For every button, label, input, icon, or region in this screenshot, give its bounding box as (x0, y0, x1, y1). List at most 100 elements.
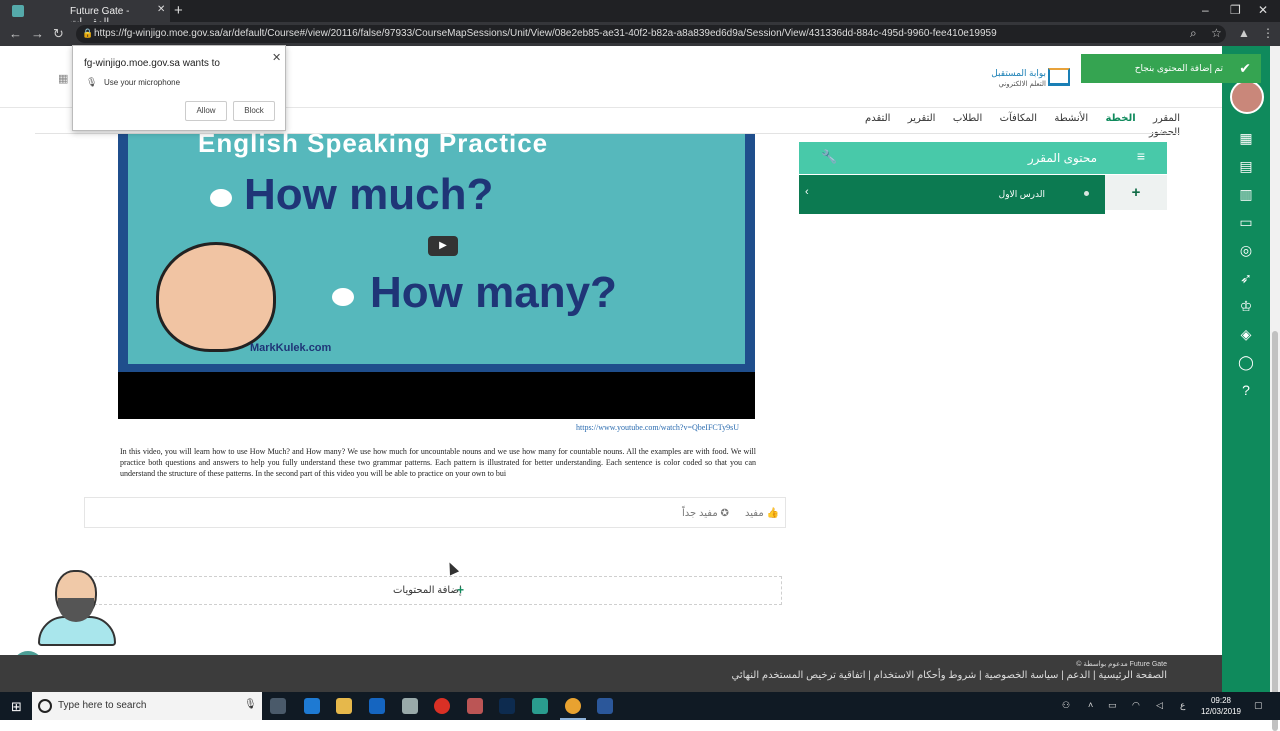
assistant-avatar[interactable] (36, 568, 118, 648)
language-indicator[interactable]: ع (1180, 700, 1185, 711)
minimize-icon[interactable]: – (1202, 3, 1209, 17)
app-icon[interactable] (467, 698, 483, 714)
forward-icon[interactable]: → (31, 26, 44, 41)
nav-item-activities[interactable]: الأنشطة (1054, 113, 1088, 124)
footer-link-support[interactable]: الدعم (1067, 670, 1091, 681)
new-tab-icon[interactable]: + (174, 2, 183, 19)
bullet-icon (210, 189, 232, 207)
extension-icon[interactable]: ▲ (1238, 26, 1250, 40)
list-menu-icon[interactable]: ≡ (1137, 148, 1145, 164)
calculator-icon[interactable]: ▥ (1236, 184, 1256, 204)
page-scrollbar[interactable] (1270, 46, 1280, 731)
useful-button[interactable]: مفيد 👍 (745, 508, 779, 519)
task-view-icon[interactable] (270, 698, 286, 714)
success-toast[interactable]: تم إضافة المحتوى بنجاح ✔ (1081, 54, 1261, 83)
site-logo[interactable]: بوابة المستقبل التعلم الالكتروني (986, 66, 1072, 90)
card-icon[interactable]: ▭ (1236, 212, 1256, 232)
cartoon-face-image (156, 242, 276, 352)
lifebuoy-icon[interactable]: ◯ (1236, 352, 1256, 372)
nav-item-progress[interactable]: التقدم (865, 113, 890, 124)
bookmark-star-icon[interactable]: ☆ (1211, 26, 1222, 40)
back-icon[interactable]: ← (9, 26, 22, 41)
wifi-icon[interactable]: ◠ (1132, 700, 1140, 711)
microphone-icon: 🎙 (86, 77, 98, 87)
windows-taskbar: ⊞ Type here to search 🎙 ⚇ ˄ ▭ ◠ ◁ ع 09:2… (0, 692, 1280, 720)
app-icon[interactable] (532, 698, 548, 714)
browser-tab-strip: Future Gate - المقررات ✕ + – ❐ ✕ (0, 0, 1280, 28)
rocket-icon[interactable]: ➶ (1236, 268, 1256, 288)
footer-link-privacy[interactable]: سياسة الخصوصية (984, 670, 1058, 681)
notifications-icon[interactable]: ▢ (1254, 700, 1263, 711)
mail-icon[interactable] (402, 698, 418, 714)
browser-toolbar: ← → ↻ 🔒 https://fg-winjigo.moe.gov.sa/ar… (0, 22, 1280, 46)
logo-mark-icon (1048, 68, 1070, 86)
outlook-icon[interactable] (369, 698, 385, 714)
browser-tab[interactable]: Future Gate - المقررات ✕ (0, 0, 170, 28)
zoom-icon[interactable]: ⌕ (1190, 26, 1197, 41)
close-window-icon[interactable]: ✕ (1258, 3, 1268, 17)
thumbnail-title: English Speaking Practice (198, 128, 549, 158)
very-useful-button[interactable]: مفيد جداً ✪ (682, 508, 729, 519)
apps-grid-icon[interactable]: ▦ (58, 72, 70, 85)
presentation-icon[interactable]: ▤ (1236, 156, 1256, 176)
nav-item-report[interactable]: التقرير (908, 113, 936, 124)
scrollbar-thumb[interactable] (1272, 331, 1278, 731)
lesson-item[interactable]: ‹ الدرس الاول (799, 175, 1105, 214)
chevron-left-icon[interactable]: ‹ (805, 186, 809, 198)
people-icon[interactable]: ⚇ (1062, 700, 1070, 711)
chrome-active-icon[interactable] (565, 698, 581, 714)
file-explorer-icon[interactable] (336, 698, 352, 714)
video-link[interactable]: https://www.youtube.com/watch?v=QbeIFCTy… (576, 423, 739, 432)
video-player[interactable]: English Speaking Practice How much? How … (118, 128, 755, 419)
add-content-button[interactable]: إضافة المحتويات + (84, 576, 782, 605)
bullet-icon (332, 288, 354, 306)
thumbnail-question-2: How many? (370, 268, 617, 317)
check-icon: ✔ (1239, 60, 1251, 76)
ticket-icon[interactable]: ◈ (1236, 324, 1256, 344)
very-useful-label: مفيد جداً (682, 508, 718, 519)
dashboard-icon[interactable]: ▦ (1236, 128, 1256, 148)
footer-links: الصفحة الرئيسية | الدعم | سياسة الخصوصية… (731, 670, 1168, 681)
nav-item-course[interactable]: المقرر (1153, 113, 1180, 124)
windows-start-icon[interactable]: ⊞ (11, 699, 22, 715)
nav-item-students[interactable]: الطلاب (953, 113, 982, 124)
close-icon[interactable]: ✕ (272, 51, 281, 64)
footer-link-terms[interactable]: شروط وأحكام الاستخدام (874, 670, 977, 681)
word-icon[interactable] (597, 698, 613, 714)
thumbs-up-star-icon: ✪ (720, 508, 729, 519)
edge-icon[interactable] (304, 698, 320, 714)
course-content-header: 🔧 محتوى المقرر ≡ (799, 142, 1167, 174)
user-avatar[interactable] (1230, 80, 1264, 114)
chrome-icon[interactable] (434, 698, 450, 714)
battery-icon[interactable]: ▭ (1108, 700, 1117, 711)
footer-link-eula[interactable]: اتفاقية ترخيص المستخدم النهائي (732, 670, 866, 681)
toast-message: تم إضافة المحتوى بنجاح (1134, 63, 1223, 73)
wrench-icon[interactable]: 🔧 (821, 149, 837, 165)
volume-icon[interactable]: ◁ (1156, 700, 1163, 711)
footer-link-home[interactable]: الصفحة الرئيسية (1098, 670, 1167, 681)
taskbar-search-placeholder: Type here to search (58, 700, 147, 711)
photoshop-icon[interactable] (499, 698, 515, 714)
allow-button[interactable]: Allow (185, 101, 227, 121)
nav-item-plan[interactable]: الخطة (1105, 113, 1135, 124)
play-button[interactable]: ▶ (428, 236, 458, 256)
help-icon[interactable]: ? (1236, 380, 1256, 400)
add-lesson-button[interactable]: + (1105, 175, 1167, 210)
taskbar-search[interactable]: Type here to search 🎙 (32, 692, 262, 720)
course-content-title: محتوى المقرر (1027, 151, 1097, 165)
menu-dots-icon[interactable]: ⋮ (1262, 26, 1274, 40)
permission-request: Use your microphone (104, 78, 181, 87)
maximize-icon[interactable]: ❐ (1230, 3, 1241, 17)
user-search-icon[interactable]: ◎ (1236, 240, 1256, 260)
trophy-icon[interactable]: ♔ (1236, 296, 1256, 316)
reload-icon[interactable]: ↻ (53, 26, 64, 42)
close-tab-icon[interactable]: ✕ (157, 4, 165, 15)
chevron-up-icon[interactable]: ˄ (1088, 700, 1093, 710)
site-footer: © مدعوم بواسطة Future Gate الصفحة الرئيس… (0, 655, 1222, 692)
microphone-permission-popup: fg-winjigo.moe.gov.sa wants to ✕ 🎙 Use y… (72, 45, 286, 131)
microphone-icon[interactable]: 🎙 (244, 699, 257, 710)
address-bar[interactable]: 🔒 https://fg-winjigo.moe.gov.sa/ar/defau… (76, 25, 1226, 43)
nav-item-rewards[interactable]: المكافآت (1000, 113, 1037, 124)
taskbar-clock[interactable]: 09:28 12/03/2019 (1198, 695, 1244, 717)
block-button[interactable]: Block (233, 101, 275, 121)
